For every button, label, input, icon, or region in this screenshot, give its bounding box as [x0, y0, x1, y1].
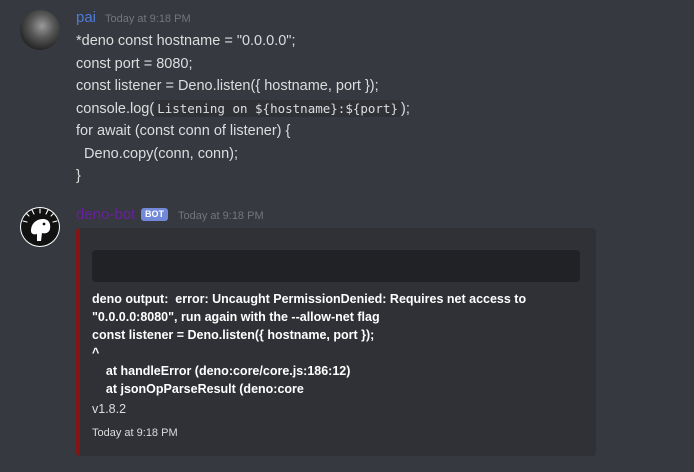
username-pai[interactable]: pai — [76, 9, 96, 26]
message-line: *deno const hostname = "0.0.0.0"; — [76, 33, 296, 49]
message-line: Deno.copy(conn, conn); — [76, 145, 239, 162]
username-deno-bot[interactable]: deno-bot — [76, 206, 135, 223]
avatar-deno-bot[interactable] — [20, 207, 60, 247]
bot-embed: deno output: error: Uncaught PermissionD… — [76, 228, 596, 456]
embed-line: deno output: error: Uncaught PermissionD… — [92, 292, 527, 306]
message-line: const listener = Deno.listen({ hostname,… — [76, 78, 379, 94]
avatar-pai[interactable] — [20, 10, 60, 50]
message-line: for await (const conn of listener) { — [76, 123, 291, 139]
message-timestamp: Today at 9:18 PM — [105, 13, 191, 25]
embed-description: deno output: error: Uncaught PermissionD… — [92, 290, 572, 398]
embed-line: const listener = Deno.listen({ hostname,… — [92, 328, 375, 342]
message-line: } — [76, 168, 81, 184]
console-log-suffix: ); — [401, 100, 410, 117]
console-log-prefix: console.log( — [76, 100, 155, 117]
embed-line: ^ — [92, 346, 100, 360]
embed-version: v1.8.2 — [92, 402, 127, 416]
bot-badge: BOT — [141, 208, 168, 221]
inline-code: Listening on ${hostname}:${port} — [154, 99, 402, 117]
embed-line: "0.0.0.0:8080", run again with the --all… — [92, 310, 380, 324]
console-log-line: console.log(Listening on ${hostname}:${p… — [76, 98, 410, 121]
embed-line: at jsonOpParseResult (deno:core — [92, 382, 304, 396]
message-line: const port = 8080; — [76, 55, 193, 72]
message-timestamp: Today at 9:18 PM — [178, 210, 264, 222]
message-content: *deno const hostname = "0.0.0.0"; const … — [76, 30, 410, 188]
embed-line: at handleError (deno:core/core.js:186:12… — [92, 364, 351, 378]
deno-logo-icon — [21, 208, 59, 246]
embed-code-block — [92, 250, 580, 282]
embed-footer-timestamp: Today at 9:18 PM — [92, 427, 178, 439]
